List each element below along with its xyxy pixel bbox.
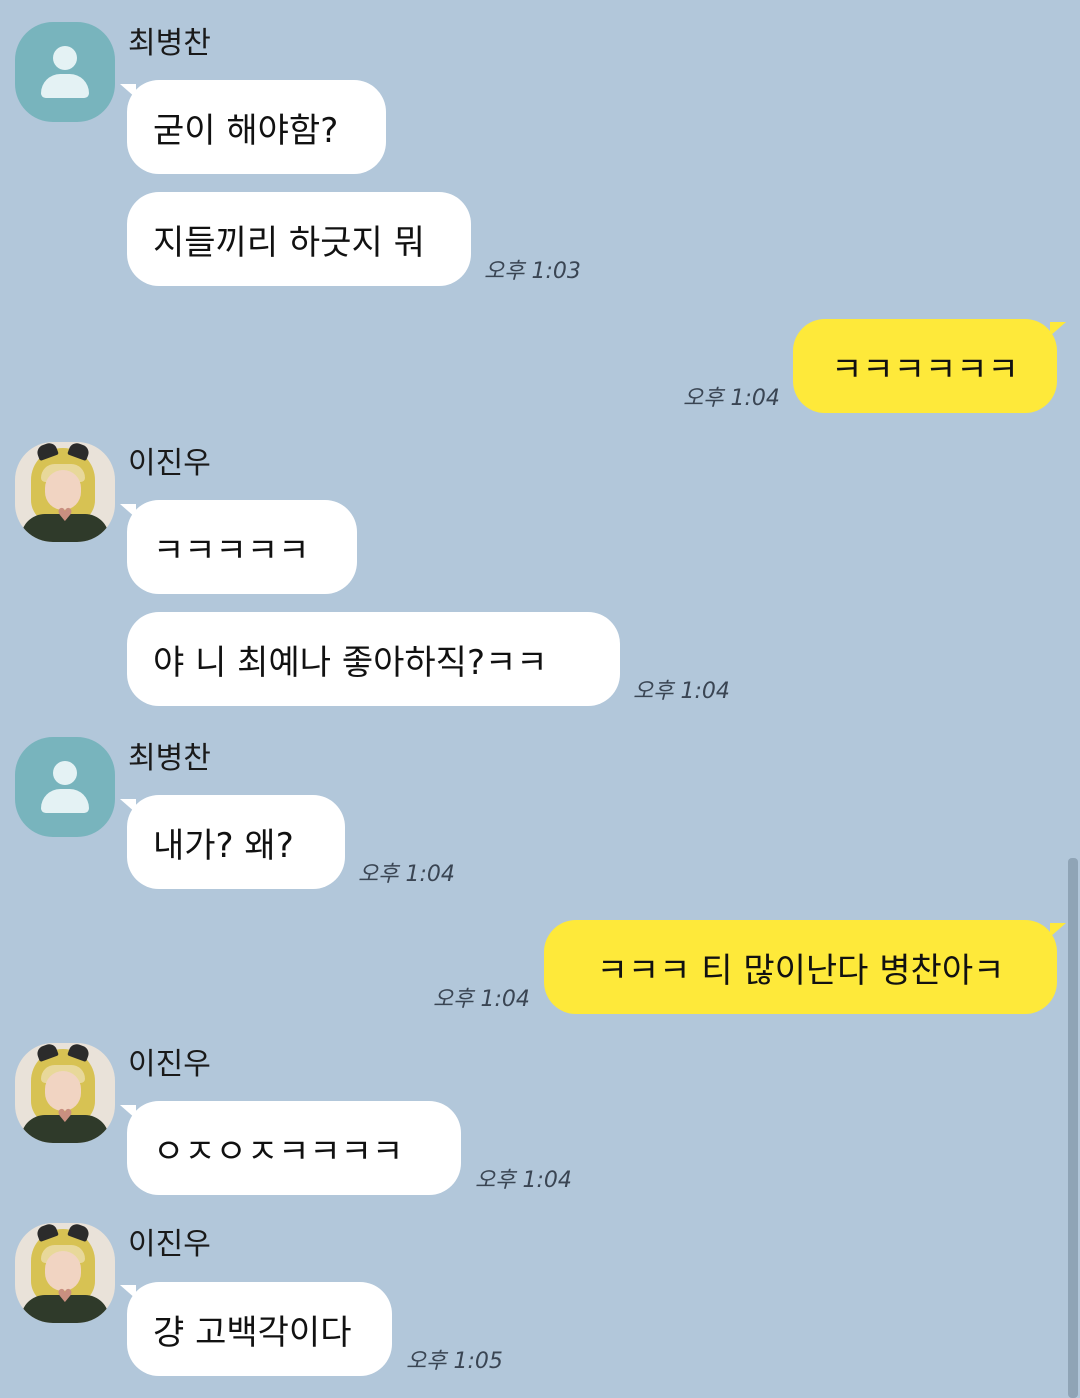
message-time: 오후 1:04: [358, 862, 455, 887]
sender-name: 이진우: [128, 1047, 211, 1082]
message-bubble[interactable]: ㅇㅈㅇㅈㅋㅋㅋㅋ: [127, 1101, 461, 1195]
message-text: 야 니 최예나 좋아하직?ㅋㅋ: [153, 642, 548, 683]
bubble-tail: [1050, 322, 1066, 336]
person-icon-body: [41, 789, 89, 813]
message-text: ㅇㅈㅇㅈㅋㅋㅋㅋ: [153, 1131, 404, 1172]
message-text: 지들끼리 하긋지 뭐: [153, 222, 425, 263]
message-bubble[interactable]: 걍 고백각이다: [127, 1282, 392, 1376]
avatar-choi[interactable]: [15, 737, 115, 837]
person-icon-body: [41, 74, 89, 98]
message-time: 오후 1:05: [406, 1349, 503, 1374]
heart-icon: ♥: [56, 1286, 74, 1307]
message-time: 오후 1:04: [433, 987, 530, 1012]
message-bubble-outgoing[interactable]: ㅋㅋㅋㅋㅋㅋ: [793, 319, 1057, 413]
message-text: 굳이 해야함?: [153, 110, 339, 151]
message-text: ㅋㅋㅋ 티 많이난다 병찬아ㅋ: [596, 950, 1005, 991]
person-icon: [53, 46, 77, 70]
message-time: 오후 1:03: [484, 259, 581, 284]
avatar-choi[interactable]: [15, 22, 115, 122]
message-bubble[interactable]: 내가? 왜?: [127, 795, 345, 889]
heart-icon: ♥: [56, 1106, 74, 1127]
message-text: ㅋㅋㅋㅋㅋㅋ: [831, 349, 1019, 390]
avatar-lee[interactable]: ♥: [15, 442, 115, 542]
message-time: 오후 1:04: [475, 1168, 572, 1193]
message-bubble[interactable]: 야 니 최예나 좋아하직?ㅋㅋ: [127, 612, 620, 706]
message-bubble[interactable]: ㅋㅋㅋㅋㅋ: [127, 500, 357, 594]
person-icon: [53, 761, 77, 785]
message-time: 오후 1:04: [683, 386, 780, 411]
scrollbar[interactable]: [1068, 858, 1078, 1398]
message-bubble[interactable]: 지들끼리 하긋지 뭐: [127, 192, 471, 286]
message-bubble[interactable]: 굳이 해야함?: [127, 80, 386, 174]
message-text: 내가? 왜?: [153, 825, 294, 866]
message-bubble-outgoing[interactable]: ㅋㅋㅋ 티 많이난다 병찬아ㅋ: [544, 920, 1057, 1014]
bubble-tail: [1050, 923, 1066, 937]
heart-icon: ♥: [56, 505, 74, 526]
sender-name: 이진우: [128, 446, 211, 481]
avatar-lee[interactable]: ♥: [15, 1043, 115, 1143]
message-text: ㅋㅋㅋㅋㅋ: [153, 530, 310, 571]
message-time: 오후 1:04: [633, 679, 730, 704]
avatar-lee[interactable]: ♥: [15, 1223, 115, 1323]
message-text: 걍 고백각이다: [153, 1312, 352, 1353]
sender-name: 최병찬: [128, 26, 211, 61]
sender-name: 이진우: [128, 1227, 211, 1262]
sender-name: 최병찬: [128, 741, 211, 776]
